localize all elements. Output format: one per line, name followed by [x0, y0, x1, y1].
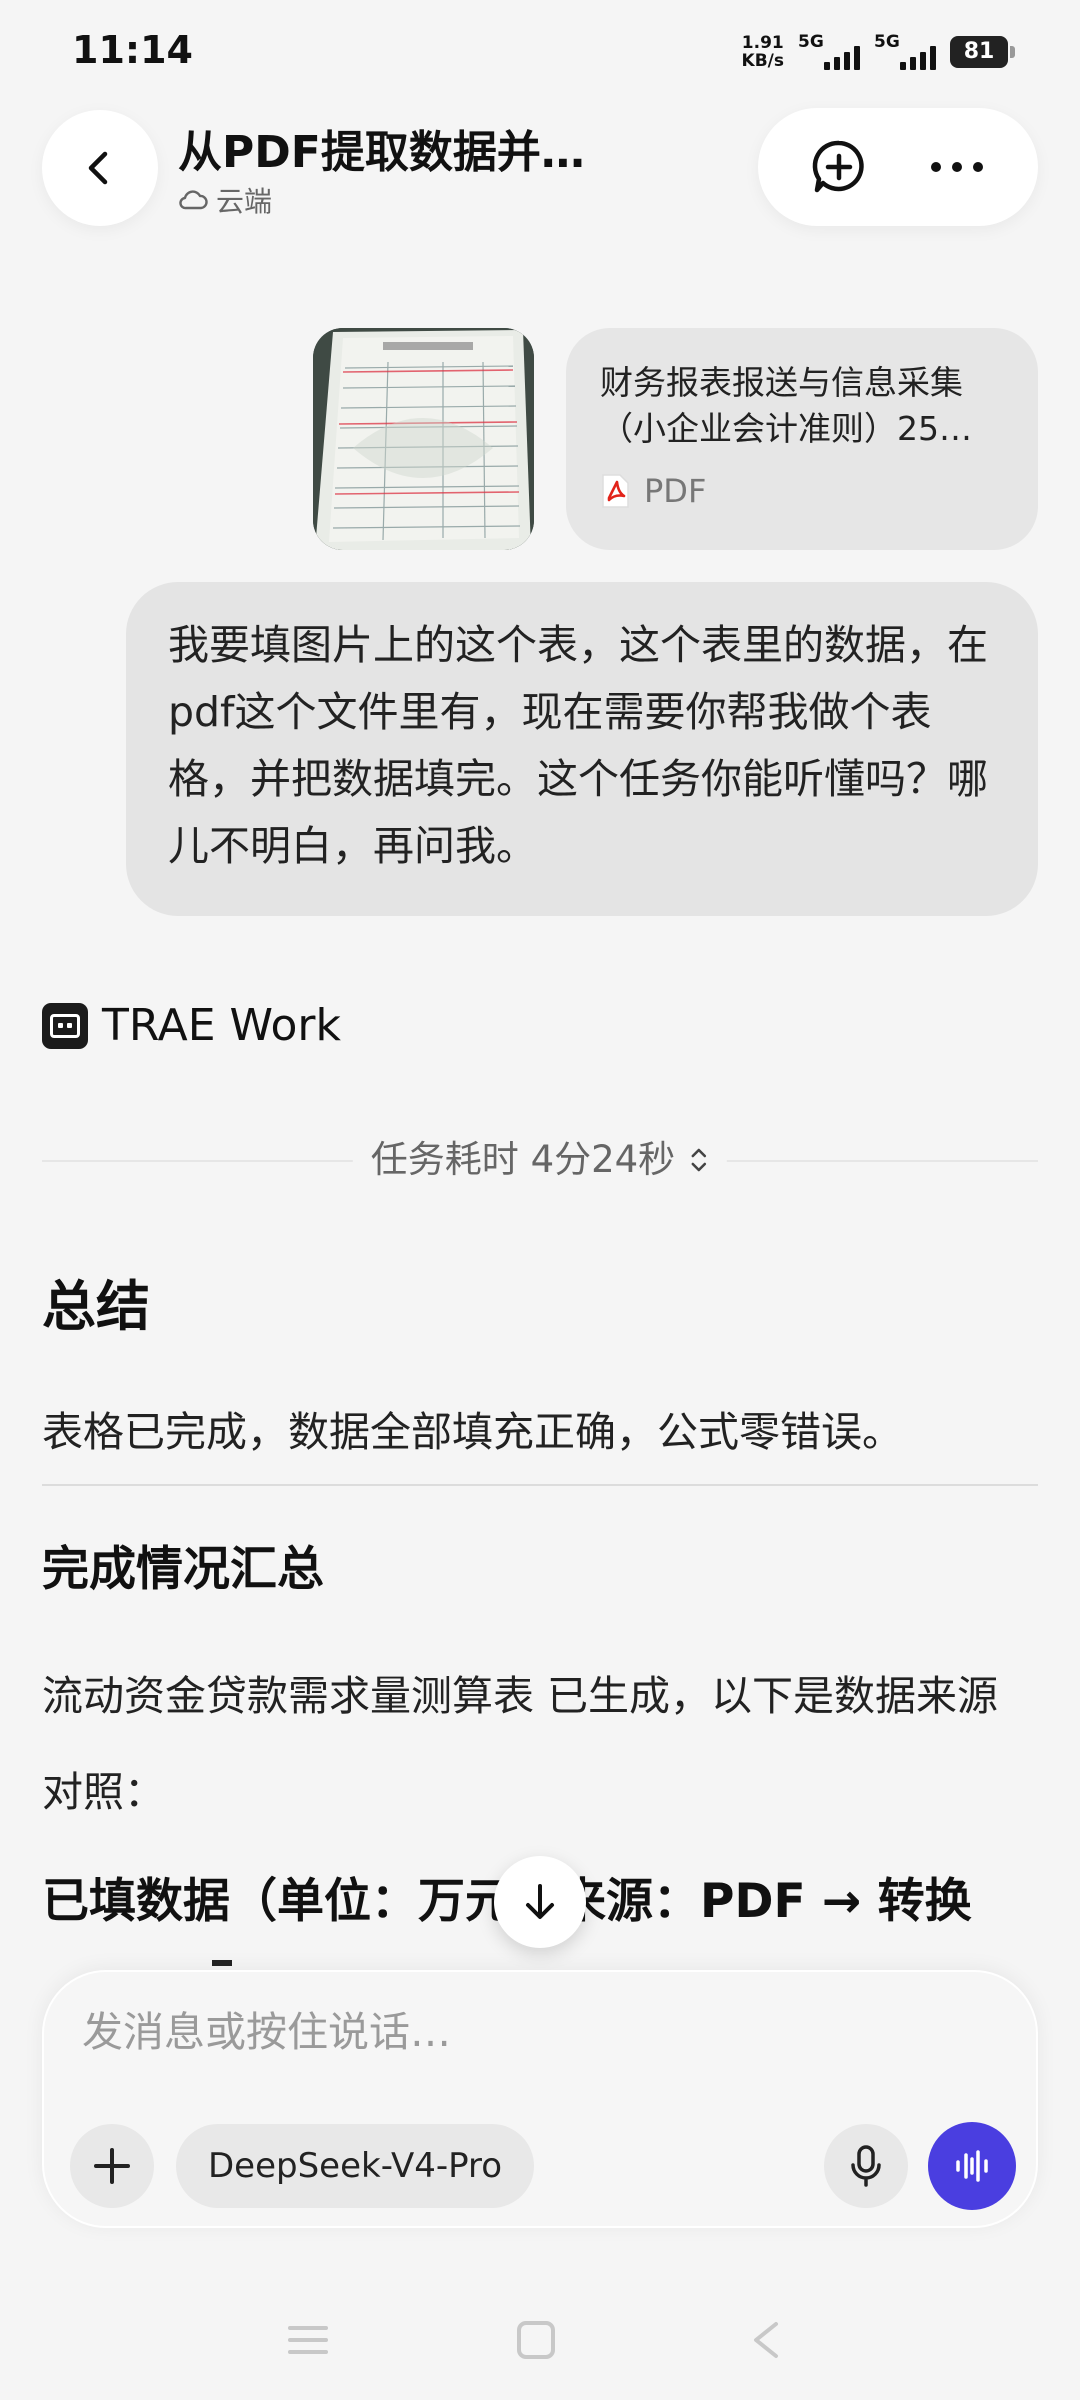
agent-name: TRAE Work [102, 1000, 341, 1051]
completion-heading: 完成情况汇总 [42, 1542, 324, 1597]
microphone-button[interactable] [824, 2124, 908, 2208]
more-button[interactable] [922, 132, 992, 202]
expand-collapse-icon [691, 1148, 707, 1172]
system-navigation-bar [0, 2300, 1080, 2400]
task-duration-row[interactable]: 任务耗时 4分24秒 [42, 1130, 1038, 1190]
pdf-file-type: PDF [600, 472, 1004, 510]
summary-heading: 总结 [42, 1275, 150, 1338]
recent-apps-button[interactable] [286, 2320, 330, 2364]
task-duration-text: 任务耗时 4分24秒 [370, 1138, 676, 1181]
chat-plus-icon [812, 140, 864, 193]
task-duration[interactable]: 任务耗时 4分24秒 [352, 1130, 728, 1190]
waveform-icon [956, 2150, 988, 2182]
section-divider [42, 1484, 1038, 1486]
more-horizontal-icon [931, 162, 983, 172]
status-time: 11:14 [72, 28, 193, 72]
screen: 11:14 1.91 KB/s 5G 5G 81 从PDF提取数据并… 云端 财… [0, 0, 1080, 2400]
voice-mode-button[interactable] [928, 2122, 1016, 2210]
status-indicators: 1.91 KB/s 5G 5G 81 [742, 30, 1015, 74]
model-selector[interactable]: DeepSeek-V4-Pro [176, 2124, 535, 2208]
user-message-bubble: 我要填图片上的这个表，这个表里的数据，在pdf这个文件里有，现在需要你帮我做个表… [126, 582, 1038, 916]
pdf-icon [602, 474, 629, 508]
agent-header: TRAE Work [42, 1000, 341, 1051]
summary-text: 表格已完成，数据全部填充正确，公式零错误。 [42, 1408, 903, 1456]
attached-image-thumbnail[interactable] [313, 328, 534, 550]
sim1-label: 5G [798, 32, 824, 52]
pdf-type-label: PDF [644, 472, 707, 510]
network-speed: 1.91 KB/s [742, 34, 784, 70]
sim2-label: 5G [874, 32, 900, 52]
cloud-icon [179, 190, 208, 210]
battery-icon: 81 [950, 36, 1015, 68]
network-speed-value: 1.91 [741, 33, 784, 53]
system-back-button[interactable] [748, 2320, 782, 2364]
triangle-back-icon [754, 2322, 778, 2358]
back-button[interactable] [42, 110, 158, 226]
arrow-down-icon [526, 1884, 554, 1919]
chevron-left-icon [88, 151, 108, 185]
chat-header: 从PDF提取数据并… 云端 [0, 100, 1080, 250]
subtitle-text: 云端 [216, 185, 273, 218]
new-chat-button[interactable] [804, 132, 874, 202]
scroll-to-bottom-button[interactable] [494, 1856, 586, 1948]
signal-icon-sim2: 5G [874, 32, 936, 72]
network-speed-unit: KB/s [741, 51, 784, 71]
menu-lines-icon [288, 2326, 328, 2354]
microphone-icon [851, 2145, 881, 2187]
square-icon [517, 2321, 555, 2359]
add-attachment-button[interactable] [70, 2124, 154, 2208]
trae-logo-icon [42, 1002, 88, 1049]
home-button[interactable] [516, 2320, 556, 2364]
header-actions [758, 108, 1038, 226]
pdf-file-name: 财务报表报送与信息采集（小企业会计准则）25… [600, 363, 972, 448]
page-title: 从PDF提取数据并… [178, 127, 585, 178]
attached-pdf-card[interactable]: 财务报表报送与信息采集（小企业会计准则）25… PDF [566, 328, 1038, 550]
storage-location: 云端 [178, 180, 272, 220]
signal-icon-sim1: 5G [798, 32, 860, 72]
document-photo [313, 328, 534, 550]
plus-icon [94, 2148, 130, 2184]
completion-text: 流动资金贷款需求量测算表 已生成，以下是数据来源对照： [42, 1672, 999, 1816]
message-input[interactable] [82, 2008, 982, 2056]
message-composer: DeepSeek-V4-Pro [42, 1970, 1038, 2228]
status-bar: 11:14 1.91 KB/s 5G 5G 81 [0, 0, 1080, 100]
